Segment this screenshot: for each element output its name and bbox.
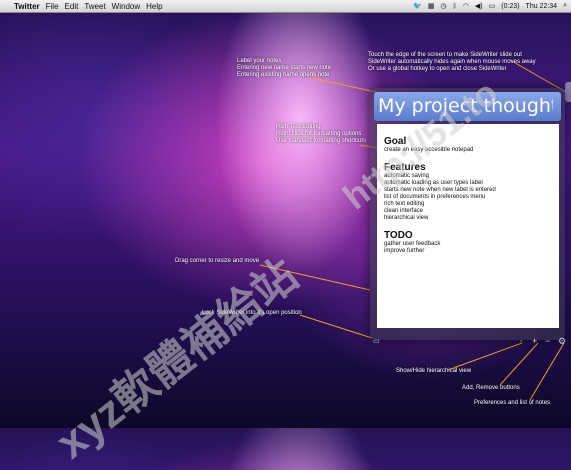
annotation-label-notes: Label your notes Entering new name start… xyxy=(237,58,332,78)
feature-line: list of documents in preferences menu xyxy=(384,194,486,200)
screen-edge-tab[interactable] xyxy=(565,82,571,102)
remove-button[interactable]: − xyxy=(545,337,550,346)
annotation-add-remove: Add, Remove buttons xyxy=(462,385,520,391)
feature-line: starts new note when new label is entere… xyxy=(384,187,496,193)
section-heading-todo: TODO xyxy=(384,230,413,241)
gear-icon[interactable]: ⚙ xyxy=(558,337,566,346)
annotation-rich-text: Rich Text Editing Right click for format… xyxy=(276,124,367,144)
todo-line: gather user feedback xyxy=(384,241,441,247)
feature-line: clean interface xyxy=(384,208,424,214)
todo-line: improve further xyxy=(384,248,425,254)
annotation-preferences: Preferences and list of notes xyxy=(474,400,551,406)
add-button[interactable]: + xyxy=(532,337,537,346)
hierarchical-view-icon[interactable]: ◦ xyxy=(520,337,522,346)
feature-line: rich text editing xyxy=(384,201,425,207)
lock-icon[interactable]: ▭ xyxy=(373,337,380,346)
feature-line: hierarchical view xyxy=(384,215,429,221)
feature-line: automatic loading as user types label xyxy=(384,180,483,186)
annotation-hierarchical: Show/Hide hierarchical view xyxy=(396,368,472,374)
panel-toolbar: ▭ ◦ + − ⚙ xyxy=(370,337,571,346)
annotation-edge-touch: Touch the edge of the screen to make Sid… xyxy=(368,52,536,72)
